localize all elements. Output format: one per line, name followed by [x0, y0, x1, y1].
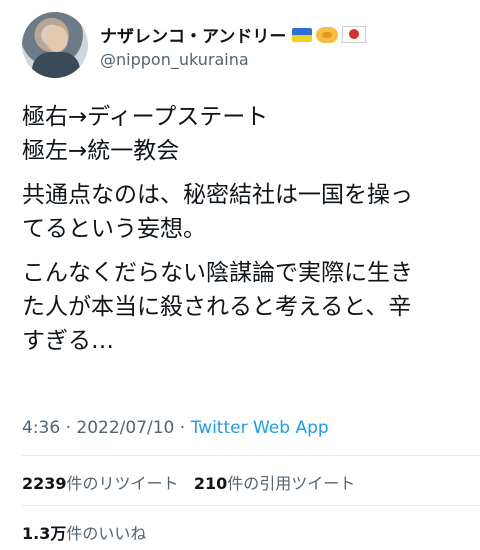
author-name[interactable]: ナザレンコ・アンドリー [100, 22, 286, 47]
tweet-header: ナザレンコ・アンドリー @nippon_ukuraina [22, 12, 462, 78]
tweet-card: ナザレンコ・アンドリー @nippon_ukuraina 極右→ディープステート… [0, 0, 480, 550]
japan-flag-icon [342, 26, 367, 43]
author-name-row[interactable]: ナザレンコ・アンドリー [100, 22, 367, 47]
retweets-label: 件のリツイート [66, 474, 179, 493]
likes-stat[interactable]: 1.3万件のいいね [22, 520, 146, 544]
tweet-source-app[interactable]: Twitter Web App [191, 418, 329, 438]
likes-label: 件のいいね [66, 524, 147, 543]
tweet-stats: 2239件のリツイート 210件の引用ツイート [22, 470, 355, 494]
quotes-label: 件の引用ツイート [227, 474, 356, 493]
retweets-stat[interactable]: 2239件のリツイート [22, 474, 179, 493]
tweet-line: 極右→ディープステート [22, 104, 269, 130]
likes-count: 1.3万 [22, 524, 67, 543]
handshake-icon [316, 26, 339, 43]
tweet-timestamp[interactable]: 4:36 · 2022/07/10 · [22, 418, 191, 438]
divider [22, 505, 480, 506]
quotes-count: 210 [193, 474, 228, 493]
divider [22, 455, 480, 456]
avatar-face [46, 26, 68, 52]
tweet-line: た人が本当に殺されると考えると、辛 [22, 294, 412, 320]
quotes-stat[interactable]: 210件の引用ツイート [194, 474, 355, 493]
ukraine-flag-icon [292, 27, 313, 42]
tweet-line: こんなくだらない陰謀論で実際に生き [22, 260, 413, 286]
tweet-line: 共通点なのは、秘密結社は一国を操っ [22, 182, 413, 208]
avatar-shirt [32, 52, 80, 78]
tweet-line: 極左→統一教会 [22, 138, 180, 164]
tweet-body: 極右→ディープステート 極左→統一教会 共通点なのは、秘密結社は一国を操っ てる… [22, 100, 462, 358]
tweet-meta: 4:36 · 2022/07/10 · Twitter Web App [22, 418, 329, 438]
retweets-count: 2239 [22, 474, 67, 493]
avatar[interactable] [22, 12, 88, 78]
tweet-line: すぎる… [22, 328, 114, 354]
tweet-line: てるという妄想。 [22, 216, 206, 242]
author-handle[interactable]: @nippon_ukuraina [100, 50, 249, 69]
